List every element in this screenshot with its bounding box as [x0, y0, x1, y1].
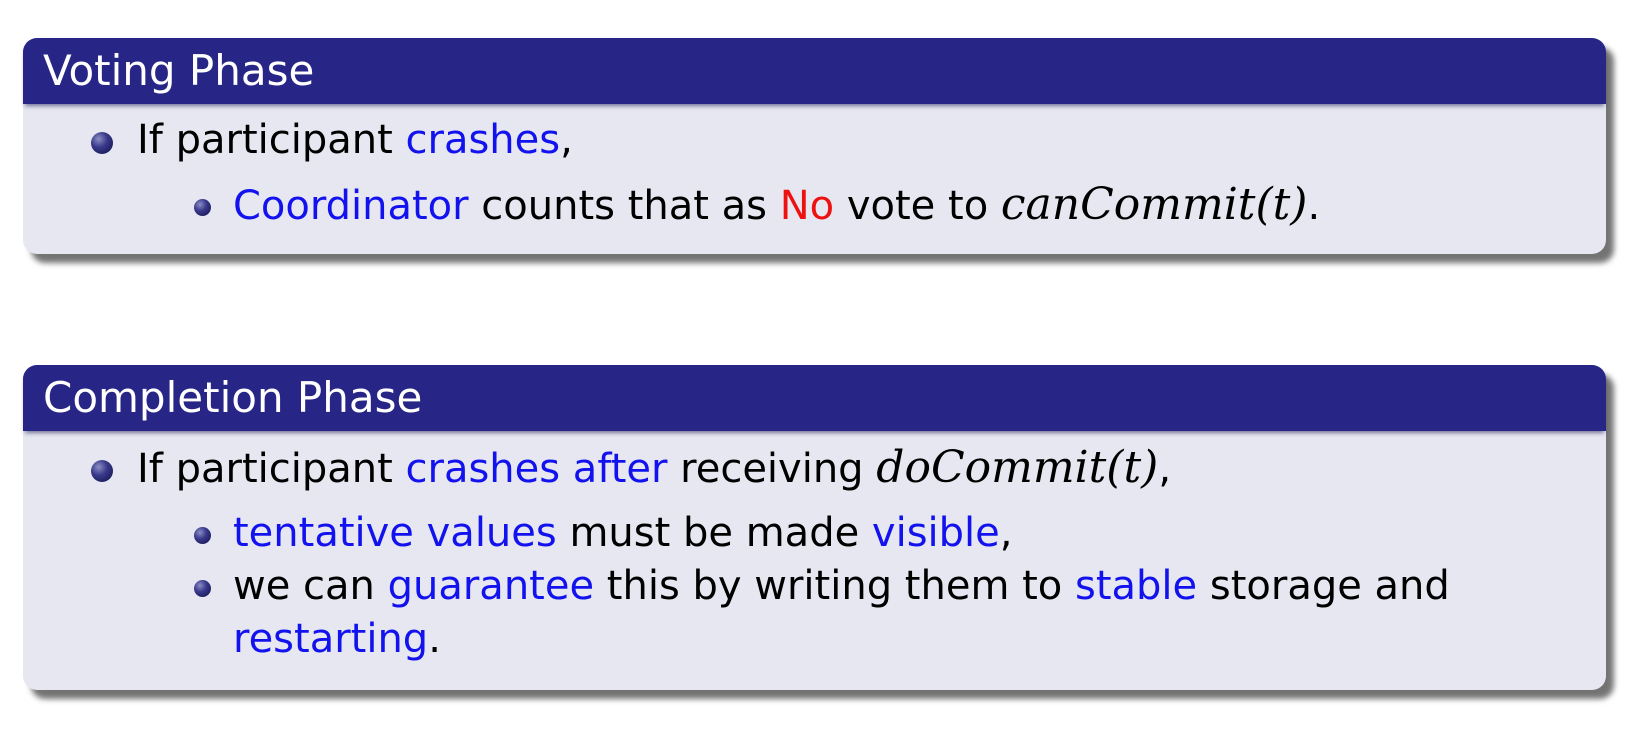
text-segment: .: [1307, 183, 1321, 229]
highlight-crashes-after: crashes after: [405, 446, 668, 492]
text-segment: ,: [999, 510, 1013, 556]
voting-phase-block: Voting Phase If participant crashes, Coo…: [23, 38, 1606, 254]
highlight-stable: stable: [1075, 563, 1198, 609]
highlight-visible: visible: [871, 510, 1000, 556]
text-segment: we can: [233, 563, 388, 609]
alert-no: No: [779, 183, 835, 229]
voting-item-crash: If participant crashes,: [137, 116, 573, 164]
text-segment: counts that as: [468, 183, 780, 229]
completion-item-crash: If participant crashes after receiving d…: [137, 444, 1171, 493]
voting-subitem-coordinator: Coordinator counts that as No vote to ca…: [233, 181, 1320, 230]
highlight-crashes: crashes: [405, 117, 561, 163]
sub-bullet-icon: [194, 199, 211, 216]
text-segment: ,: [1158, 446, 1172, 492]
completion-phase-block: Completion Phase If participant crashes …: [23, 365, 1606, 690]
text-segment: storage and: [1197, 563, 1450, 609]
text-segment: If participant: [137, 446, 406, 492]
math-docommit: doCommit(t): [876, 442, 1159, 493]
bullet-icon: [91, 132, 113, 154]
highlight-restarting: restarting: [233, 616, 429, 662]
highlight-guarantee: guarantee: [387, 563, 595, 609]
completion-phase-title: Completion Phase: [23, 365, 1606, 431]
text-segment: .: [428, 616, 441, 662]
text-segment: If participant: [137, 117, 406, 163]
text-segment: must be made: [556, 510, 872, 556]
sub-bullet-icon: [194, 527, 211, 544]
completion-subitem-guarantee-continued: restarting.: [233, 615, 441, 663]
highlight-tentative-values: tentative values: [233, 510, 557, 556]
math-cancommit: canCommit(t): [1000, 179, 1308, 230]
slide: Voting Phase If participant crashes, Coo…: [0, 0, 1640, 731]
completion-subitem-tentative: tentative values must be made visible,: [233, 509, 1013, 557]
text-segment: this by writing them to: [594, 563, 1075, 609]
text-segment: vote to: [834, 183, 1001, 229]
text-segment: ,: [560, 117, 573, 163]
voting-phase-title: Voting Phase: [23, 38, 1606, 104]
text-segment: receiving: [667, 446, 877, 492]
sub-bullet-icon: [194, 580, 211, 597]
bullet-icon: [91, 460, 113, 482]
completion-subitem-guarantee: we can guarantee this by writing them to…: [233, 562, 1450, 610]
highlight-coordinator: Coordinator: [233, 183, 469, 229]
